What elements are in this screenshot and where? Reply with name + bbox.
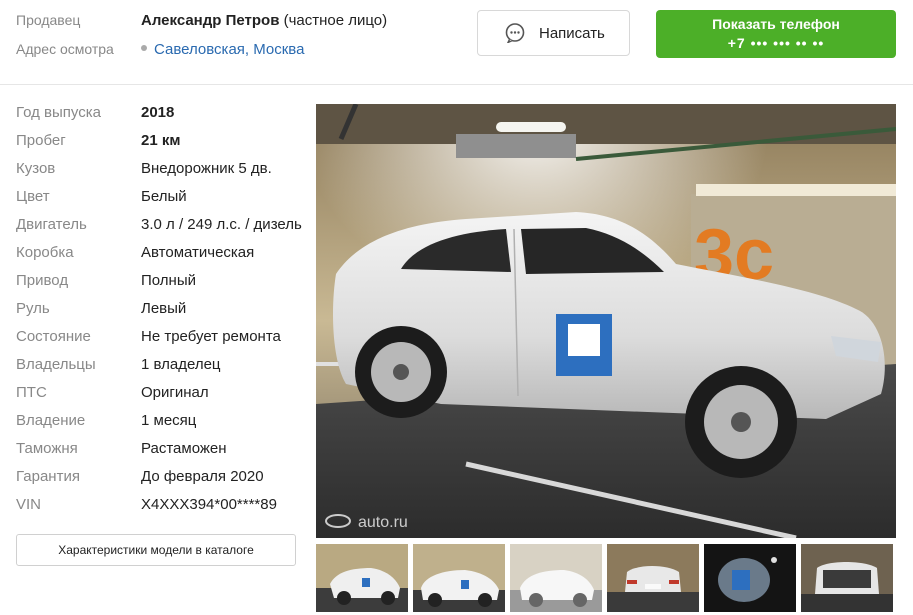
spec-key: Руль [16, 300, 50, 317]
spec-value: Внедорожник 5 дв. [141, 160, 272, 177]
spec-key: Кузов [16, 160, 56, 177]
spec-key: ПТС [16, 384, 47, 401]
write-message-button[interactable]: Написать [477, 10, 630, 56]
spec-key: Год выпуска [16, 104, 101, 121]
spec-row-mileage: Пробег 21 км [0, 132, 310, 160]
seller-name-line: Александр Петров (частное лицо) [141, 12, 387, 29]
spec-row-owners: Владельцы 1 владелец [0, 356, 310, 384]
spec-key: Пробег [16, 132, 66, 149]
thumbnail-strip [316, 544, 896, 612]
spec-value: 2018 [141, 104, 175, 121]
spec-value: Белый [141, 188, 187, 205]
thumbnail-5-image [704, 544, 796, 612]
spec-row-pts: ПТС Оригинал [0, 384, 310, 412]
thumbnail-2-image [413, 544, 505, 612]
seller-header: Продавец Александр Петров (частное лицо)… [0, 0, 913, 85]
thumbnail-4-image [607, 544, 699, 612]
masked-phone: +7 ••• ••• •• •• [727, 35, 825, 51]
spec-value: До февраля 2020 [141, 468, 264, 485]
spec-key: Цвет [16, 188, 50, 205]
thumbnail-6-image [801, 544, 893, 612]
spec-value: X4XXX394*00****89 [141, 496, 277, 513]
main-photo[interactable]: 3c auto.ru [316, 104, 896, 538]
spec-row-year: Год выпуска 2018 [0, 104, 310, 132]
thumbnail-2[interactable] [413, 544, 505, 612]
metro-dot-icon [141, 45, 147, 52]
thumbnail-5[interactable] [704, 544, 796, 612]
seller-type: (частное лицо) [283, 12, 388, 29]
spec-row-color: Цвет Белый [0, 188, 310, 216]
address-link[interactable]: Савеловская, Москва [141, 41, 304, 58]
spec-value: Автоматическая [141, 244, 255, 261]
car-photo-image: 3c auto.ru [316, 104, 896, 538]
spec-row-ownership: Владение 1 месяц [0, 412, 310, 440]
spec-key: Таможня [16, 440, 78, 457]
show-phone-button[interactable]: Показать телефон +7 ••• ••• •• •• [656, 10, 896, 58]
spec-row-customs: Таможня Растаможен [0, 440, 310, 468]
spec-row-transmission: Коробка Автоматическая [0, 244, 310, 272]
spec-value: 21 км [141, 132, 181, 149]
spec-value: Полный [141, 272, 196, 289]
spec-key: Коробка [16, 244, 74, 261]
spec-value: 1 владелец [141, 356, 221, 373]
spec-row-steering: Руль Левый [0, 300, 310, 328]
chat-icon [505, 23, 525, 43]
write-button-label: Написать [539, 25, 605, 42]
thumbnail-3[interactable] [510, 544, 602, 612]
spec-value: Растаможен [141, 440, 227, 457]
show-phone-label: Показать телефон [712, 16, 840, 32]
spec-value: Левый [141, 300, 187, 317]
spec-row-condition: Состояние Не требует ремонта [0, 328, 310, 356]
thumbnail-1-image [316, 544, 408, 612]
thumbnail-1[interactable] [316, 544, 408, 612]
spec-row-vin: VIN X4XXX394*00****89 [0, 496, 310, 524]
spec-key: Состояние [16, 328, 91, 345]
spec-key: Привод [16, 272, 69, 289]
thumbnail-3-image [510, 544, 602, 612]
watermark-text: auto.ru [358, 514, 408, 531]
spec-row-body: Кузов Внедорожник 5 дв. [0, 160, 310, 188]
thumbnail-6[interactable] [801, 544, 893, 612]
spec-row-warranty: Гарантия До февраля 2020 [0, 468, 310, 496]
seller-label: Продавец [16, 12, 81, 28]
spec-row-drive: Привод Полный [0, 272, 310, 300]
spec-value: Не требует ремонта [141, 328, 281, 345]
spec-key: Владельцы [16, 356, 96, 373]
spec-value: 1 месяц [141, 412, 197, 429]
spec-value: 3.0 л / 249 л.с. / дизель [141, 216, 302, 233]
thumbnail-4[interactable] [607, 544, 699, 612]
address-label: Адрес осмотра [16, 41, 114, 57]
spec-row-engine: Двигатель 3.0 л / 249 л.с. / дизель [0, 216, 310, 244]
seller-name[interactable]: Александр Петров [141, 12, 279, 29]
spec-key: Гарантия [16, 468, 80, 485]
catalog-specs-button[interactable]: Характеристики модели в каталоге [16, 534, 296, 566]
address-text: Савеловская, Москва [154, 41, 305, 58]
spec-key: VIN [16, 496, 42, 513]
spec-key: Владение [16, 412, 86, 429]
spec-key: Двигатель [16, 216, 87, 233]
spec-value: Оригинал [141, 384, 209, 401]
